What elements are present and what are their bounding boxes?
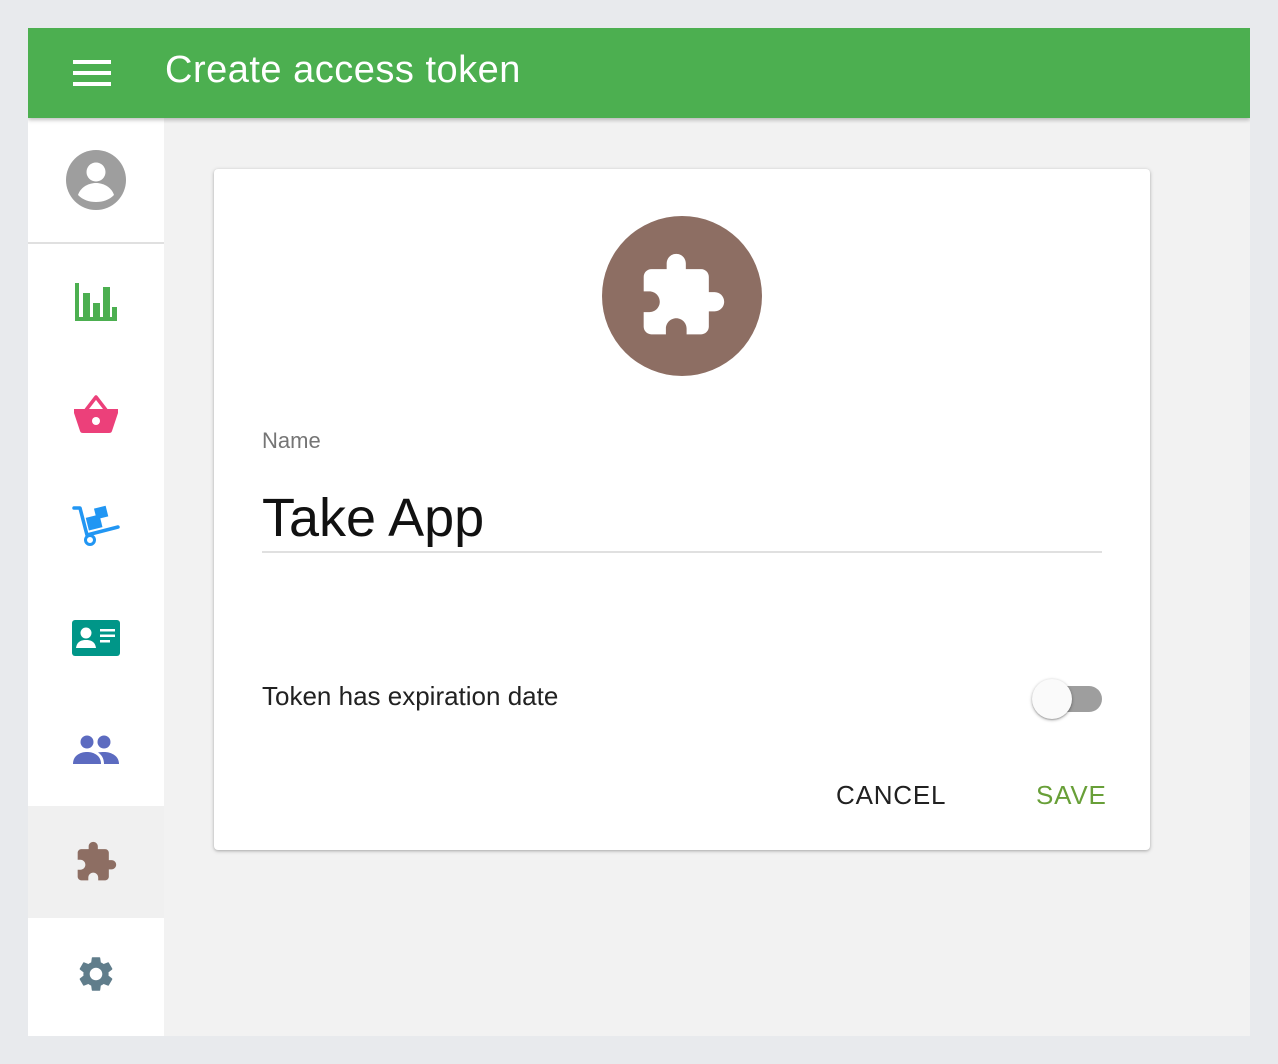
expiration-toggle[interactable] — [1030, 677, 1104, 721]
app-avatar — [602, 216, 762, 376]
contact-card-icon — [72, 620, 120, 656]
puzzle-icon — [77, 841, 117, 881]
sidebar-item-apps[interactable] — [28, 806, 164, 918]
sidebar-item-delivery[interactable] — [28, 470, 164, 582]
toggle-thumb — [1032, 679, 1072, 719]
sidebar-item-statistics[interactable] — [28, 246, 164, 358]
sidebar-item-team[interactable] — [28, 694, 164, 806]
puzzle-icon — [643, 253, 725, 335]
menu-button[interactable] — [64, 53, 120, 93]
gear-icon — [79, 957, 113, 991]
sidebar — [28, 118, 164, 1036]
sidebar-item-settings[interactable] — [28, 918, 164, 1030]
page-title: Create access token — [165, 49, 521, 91]
sidebar-item-contacts[interactable] — [28, 582, 164, 694]
token-form-card: Name Token has expiration date CANCEL SA… — [214, 169, 1150, 850]
sidebar-avatar[interactable] — [28, 118, 164, 244]
hand-truck-icon — [72, 505, 120, 546]
people-icon — [73, 735, 119, 764]
save-button[interactable]: SAVE — [1020, 767, 1123, 823]
name-field[interactable] — [262, 485, 1102, 553]
basket-icon — [74, 395, 118, 433]
sidebar-item-orders[interactable] — [28, 358, 164, 470]
menu-icon — [73, 60, 111, 86]
app-window: Create access token Name Take App Token … — [28, 28, 1250, 1036]
account-circle-icon — [66, 150, 126, 210]
bar-chart-icon — [75, 283, 117, 321]
app-bar: Create access token — [28, 28, 1250, 118]
expiration-toggle-label: Token has expiration date — [262, 681, 559, 711]
cancel-button[interactable]: CANCEL — [820, 767, 962, 823]
name-field-label: Name — [262, 428, 321, 453]
